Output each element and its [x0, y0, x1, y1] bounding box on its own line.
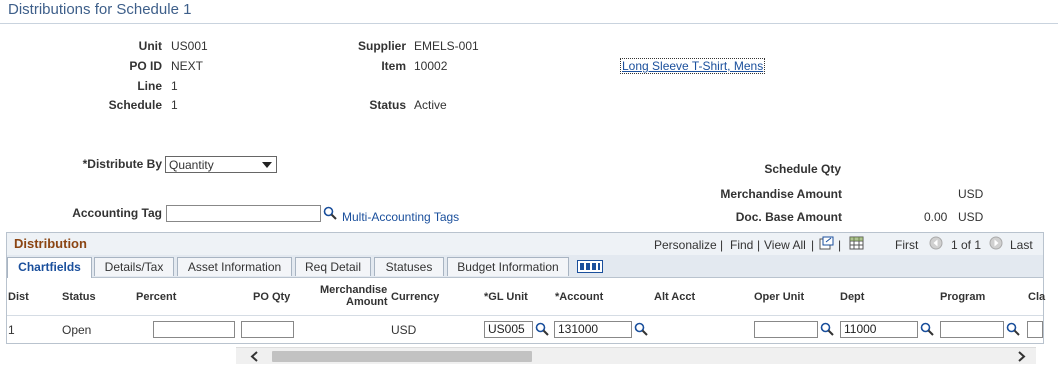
- col-alt-acct: Alt Acct: [654, 291, 696, 303]
- tab-req-detail[interactable]: Req Detail: [295, 257, 371, 276]
- status-value: Active: [414, 98, 447, 112]
- col-dist: Dist: [8, 291, 29, 303]
- col-currency: Currency: [391, 291, 440, 303]
- title-divider: [0, 23, 1058, 24]
- tab-budget-information[interactable]: Budget Information: [447, 257, 569, 276]
- unit-label: Unit: [138, 39, 162, 53]
- supplier-value: EMELS-001: [414, 39, 479, 53]
- status-label: Status: [369, 98, 406, 112]
- grid-title: Distribution: [14, 236, 87, 251]
- gl-unit-input[interactable]: US005: [484, 321, 533, 338]
- col-oper-unit: Oper Unit: [754, 291, 805, 303]
- program-lookup-icon[interactable]: [1006, 322, 1020, 336]
- unit-value: US001: [171, 39, 208, 53]
- col-status: Status: [62, 291, 96, 303]
- gl-unit-lookup-icon[interactable]: [535, 322, 549, 336]
- horizontal-scrollbar[interactable]: [236, 347, 1036, 364]
- page-info: 1 of 1: [951, 238, 982, 252]
- tab-statuses[interactable]: Statuses: [374, 257, 444, 276]
- accounting-tag-input[interactable]: [166, 205, 321, 222]
- doc-base-amount-label: Doc. Base Amount: [735, 210, 842, 224]
- download-grid-icon[interactable]: [849, 236, 864, 250]
- cell-dist: 1: [8, 323, 15, 337]
- po-id-value: NEXT: [171, 59, 204, 73]
- separator: |: [757, 238, 761, 252]
- page-title: Distributions for Schedule 1: [8, 1, 192, 18]
- show-all-columns-icon[interactable]: [577, 260, 603, 273]
- schedule-qty-label: Schedule Qty: [764, 162, 841, 176]
- col-account: *Account: [555, 291, 604, 303]
- grid-tabs: Chartfields Details/Tax Asset Informatio…: [7, 255, 1043, 278]
- last-label: Last: [1010, 238, 1033, 252]
- item-description-link[interactable]: Long Sleeve T-Shirt, Mens: [620, 58, 766, 74]
- separator: |: [720, 238, 724, 252]
- schedule-label: Schedule: [108, 98, 162, 112]
- tab-chartfields[interactable]: Chartfields: [7, 257, 92, 278]
- col-gl-unit: *GL Unit: [484, 291, 528, 303]
- col-merchandise-amount-2: Amount: [346, 296, 388, 308]
- scroll-right-icon[interactable]: [1016, 351, 1026, 362]
- separator: |: [838, 238, 842, 252]
- item-label: Item: [381, 59, 406, 73]
- oper-unit-input[interactable]: [754, 321, 818, 338]
- first-label: First: [895, 238, 919, 252]
- personalize-link[interactable]: Personalize: [654, 238, 717, 252]
- dept-input[interactable]: 11000: [840, 321, 918, 338]
- tab-details-tax[interactable]: Details/Tax: [94, 257, 174, 276]
- distribute-by-label: *Distribute By: [82, 157, 162, 171]
- line-value: 1: [171, 79, 178, 93]
- percent-input[interactable]: [153, 321, 235, 338]
- chevron-down-icon: [262, 162, 272, 168]
- multi-accounting-tags-link[interactable]: Multi-Accounting Tags: [342, 210, 459, 224]
- col-dept: Dept: [840, 291, 865, 303]
- separator: |: [811, 238, 815, 252]
- merchandise-currency: USD: [958, 187, 984, 201]
- doc-base-amount-value: 0.00: [924, 210, 948, 224]
- previous-icon[interactable]: [929, 236, 943, 250]
- header-divider: [7, 315, 1043, 316]
- schedule-value: 1: [171, 98, 178, 112]
- line-label: Line: [137, 79, 162, 93]
- col-program: Program: [940, 291, 986, 303]
- account-input[interactable]: 131000: [554, 321, 632, 338]
- cell-status: Open: [62, 323, 92, 337]
- distribute-by-select[interactable]: Quantity: [165, 156, 277, 173]
- distribution-grid: Distribution Personalize | Find | View A…: [6, 232, 1046, 344]
- item-value: 10002: [414, 59, 448, 73]
- doc-base-currency: USD: [958, 210, 984, 224]
- oper-unit-lookup-icon[interactable]: [820, 322, 834, 336]
- next-icon[interactable]: [989, 236, 1003, 250]
- program-input[interactable]: [940, 321, 1004, 338]
- tab-asset-information[interactable]: Asset Information: [177, 257, 292, 276]
- scroll-left-icon[interactable]: [250, 351, 260, 362]
- distribute-by-value: Quantity: [169, 158, 214, 172]
- view-all-link[interactable]: View All: [764, 238, 806, 252]
- accounting-tag-label: Accounting Tag: [72, 206, 162, 220]
- scrollbar-thumb[interactable]: [272, 351, 532, 362]
- account-lookup-icon[interactable]: [634, 322, 648, 336]
- cell-currency: USD: [391, 323, 417, 337]
- grid-header: Distribution Personalize | Find | View A…: [7, 233, 1043, 255]
- col-percent: Percent: [136, 291, 177, 303]
- class-input[interactable]: [1027, 321, 1043, 338]
- col-po-qty: PO Qty: [253, 291, 291, 303]
- lookup-icon[interactable]: [323, 206, 337, 220]
- new-window-icon[interactable]: [819, 236, 834, 250]
- merchandise-amount-label: Merchandise Amount: [720, 187, 842, 201]
- dept-lookup-icon[interactable]: [920, 322, 934, 336]
- col-class: Cla: [1028, 291, 1046, 303]
- supplier-label: Supplier: [357, 39, 406, 53]
- find-link[interactable]: Find: [730, 238, 753, 252]
- po-id-label: PO ID: [129, 59, 162, 73]
- po-qty-input[interactable]: [241, 321, 294, 338]
